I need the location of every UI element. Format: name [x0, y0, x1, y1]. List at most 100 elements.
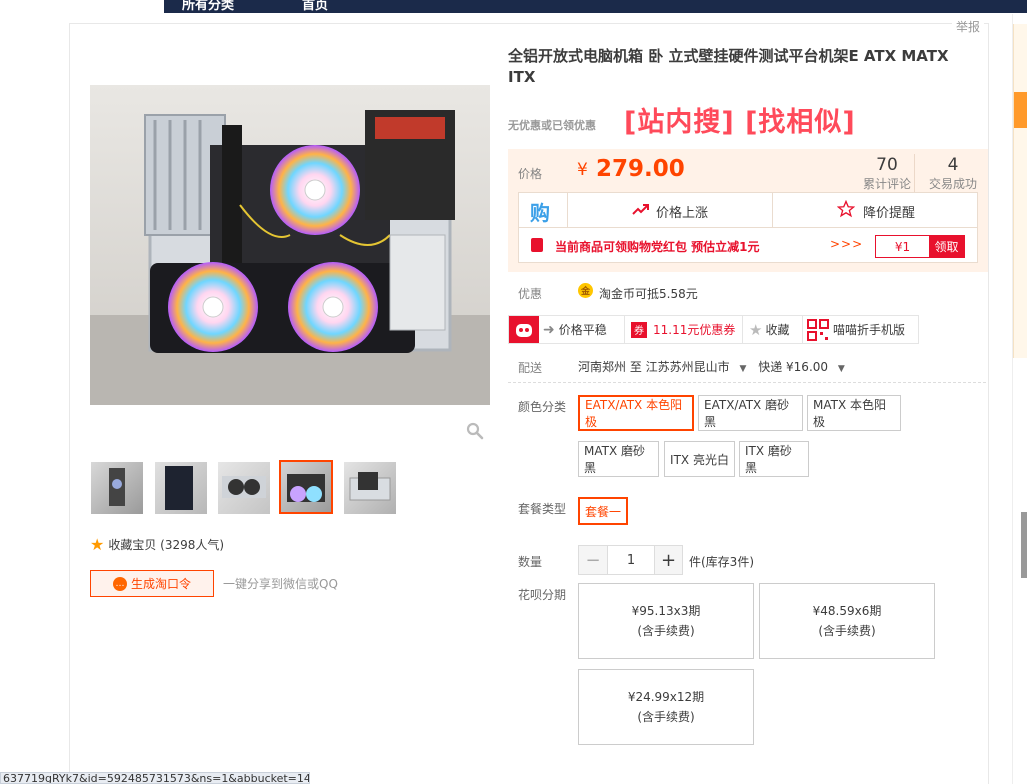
- color-option-matx-silver[interactable]: MATX 本色阳极: [807, 395, 901, 431]
- installment-label: 花呗分期: [518, 588, 567, 602]
- qrcode-icon: [807, 318, 829, 341]
- coin-text: 淘金币可抵5.58元: [599, 287, 698, 301]
- price-drop-alert-label[interactable]: 降价提醒: [863, 202, 915, 221]
- star-gray-icon: ★: [749, 320, 763, 339]
- chat-icon: …: [112, 576, 127, 591]
- top-nav-bar: 所有分类 首页: [164, 0, 1027, 13]
- thumbnail-5[interactable]: [344, 462, 396, 514]
- thumbnail-4-image: [287, 474, 325, 502]
- zoom-icon[interactable]: [466, 422, 484, 440]
- installment-option-6[interactable]: ¥48.59x6期 (含手续费): [759, 583, 935, 659]
- installment-option-3[interactable]: ¥95.13x3期 (含手续费): [578, 583, 754, 659]
- nav-all-categories[interactable]: 所有分类: [182, 0, 234, 13]
- cat-face-icon: [516, 323, 532, 337]
- chevron-down-icon[interactable]: ▼: [838, 364, 845, 374]
- installment-price: ¥95.13x3期: [631, 604, 701, 618]
- right-edge-image: [1021, 512, 1027, 578]
- red-packet-text: 当前商品可领购物党红包 预估立减1元: [555, 240, 760, 254]
- get-coupon-button[interactable]: 领取: [929, 236, 964, 257]
- trades-stat: 4 交易成功: [928, 155, 978, 192]
- color-option-eatx-silver[interactable]: EATX/ATX 本色阳极: [578, 395, 694, 431]
- star-outline-icon: [837, 200, 855, 218]
- arrow-right-icon: ➜: [543, 321, 555, 338]
- mobile-version-tool[interactable]: 喵喵折手机版: [803, 316, 918, 343]
- share-text: 一键分享到微信或QQ: [223, 577, 338, 591]
- price-value: 279.00: [596, 156, 685, 182]
- trend-up-icon: [632, 204, 649, 215]
- reviews-count: 70: [876, 155, 898, 175]
- thumbnail-3[interactable]: [218, 462, 270, 514]
- thumbnail-4-selected[interactable]: [279, 460, 333, 514]
- package-option-1[interactable]: 套餐一: [578, 497, 628, 525]
- favorite-tool[interactable]: ★ 收藏: [743, 316, 803, 343]
- status-bar-url: 637719gRYk7&id=592485731573&ns=1&abbucke…: [0, 772, 310, 784]
- package-label: 套餐类型: [518, 502, 567, 516]
- color-label: 颜色分类: [518, 400, 567, 414]
- installment-fee: (含手续费): [818, 624, 876, 638]
- quantity-label: 数量: [518, 555, 543, 569]
- color-option-matx-black[interactable]: MATX 磨砂黑: [578, 441, 659, 477]
- chevron-down-icon[interactable]: ▼: [739, 364, 746, 374]
- installment-fee: (含手续费): [637, 624, 695, 638]
- price-label: 价格: [518, 167, 543, 181]
- thumbnail-5-image: [349, 472, 391, 501]
- qrcode-glyph: [807, 318, 829, 341]
- nav-home[interactable]: 首页: [302, 0, 328, 13]
- product-title: 全铝开放式电脑机箱 卧 立式壁挂硬件测试平台机架E ATX MATX ITX: [508, 47, 949, 86]
- installment-option-12[interactable]: ¥24.99x12期 (含手续费): [578, 669, 754, 745]
- trades-label: 交易成功: [928, 177, 977, 191]
- promo-label: 优惠: [518, 287, 543, 301]
- search-similar-links[interactable]: [站内搜] [找相似]: [624, 100, 856, 139]
- price-rising-label[interactable]: 价格上涨: [656, 202, 708, 221]
- stock-info: 件(库存3件): [689, 555, 754, 569]
- right-side-strip: [1013, 24, 1027, 358]
- stat-divider: [914, 154, 915, 194]
- delivery-label: 配送: [518, 361, 543, 375]
- coupon-tool[interactable]: 券 11.11元优惠券: [625, 316, 743, 343]
- main-product-image[interactable]: [90, 85, 490, 405]
- cat-logo-icon: [509, 316, 539, 343]
- thumbnail-1-image: [109, 468, 125, 506]
- trades-count: 4: [947, 155, 959, 175]
- price-flat-tool[interactable]: ➜ 价格平稳: [509, 316, 625, 343]
- red-packet-coupon[interactable]: ¥1 领取: [875, 235, 965, 258]
- reviews-stat[interactable]: 70 累计评论: [862, 155, 912, 192]
- report-link[interactable]: 举报: [952, 18, 985, 35]
- thumbnail-1[interactable]: [91, 462, 143, 514]
- red-packet-icon: [531, 238, 543, 252]
- coupon-tag-icon: 券: [631, 321, 647, 338]
- tools-divider: [567, 192, 568, 227]
- price-currency: ¥: [577, 160, 588, 180]
- coupon-tool-label: 11.11元优惠券: [653, 323, 736, 337]
- generate-taokouling-button[interactable]: … 生成淘口令: [90, 570, 214, 597]
- coupon-amount: ¥1: [894, 239, 911, 254]
- color-option-eatx-black[interactable]: EATX/ATX 磨砂黑: [698, 395, 803, 431]
- favorite-label: 收藏: [765, 323, 790, 337]
- color-option-itx-black[interactable]: ITX 磨砂黑: [739, 441, 809, 477]
- delivery-route[interactable]: 河南郑州 至 江苏苏州昆山市: [578, 360, 730, 374]
- mobile-label: 喵喵折手机版: [833, 323, 906, 337]
- thumbnail-2[interactable]: [155, 462, 207, 514]
- taojinbi-coin-icon: 金: [578, 283, 593, 298]
- right-side-tab[interactable]: [1014, 92, 1027, 128]
- delivery-info: 河南郑州 至 江苏苏州昆山市 ▼ 快递 ¥16.00 ▼: [578, 358, 845, 375]
- collect-item[interactable]: ★ 收藏宝贝 (3298人气): [90, 536, 224, 553]
- plugin-tools-strip: ➜ 价格平稳 券 11.11元优惠券 ★ 收藏 喵喵折手机版: [508, 315, 919, 344]
- red-packet-arrows: >>>: [830, 237, 864, 251]
- no-discount-note: 无优惠或已领优惠: [508, 119, 596, 132]
- thumbnail-3-image: [222, 476, 266, 498]
- color-option-itx-white[interactable]: ITX 亮光白: [664, 441, 735, 477]
- gou-logo-icon: 购: [530, 201, 550, 225]
- quantity-stepper: − 1 +: [578, 545, 683, 575]
- installment-fee: (含手续费): [637, 710, 695, 724]
- dotted-divider: [508, 382, 988, 383]
- generate-button-label: 生成淘口令: [130, 577, 191, 591]
- installment-price: ¥48.59x6期: [812, 604, 882, 618]
- thumbnail-2-image: [165, 466, 193, 510]
- collect-label: 收藏宝贝 (3298人气): [108, 538, 225, 552]
- quantity-minus-button[interactable]: −: [579, 546, 607, 574]
- quantity-input[interactable]: 1: [607, 546, 654, 574]
- product-photo-illustration: [90, 85, 490, 405]
- quantity-plus-button[interactable]: +: [654, 546, 682, 574]
- delivery-express[interactable]: 快递 ¥16.00: [758, 360, 828, 374]
